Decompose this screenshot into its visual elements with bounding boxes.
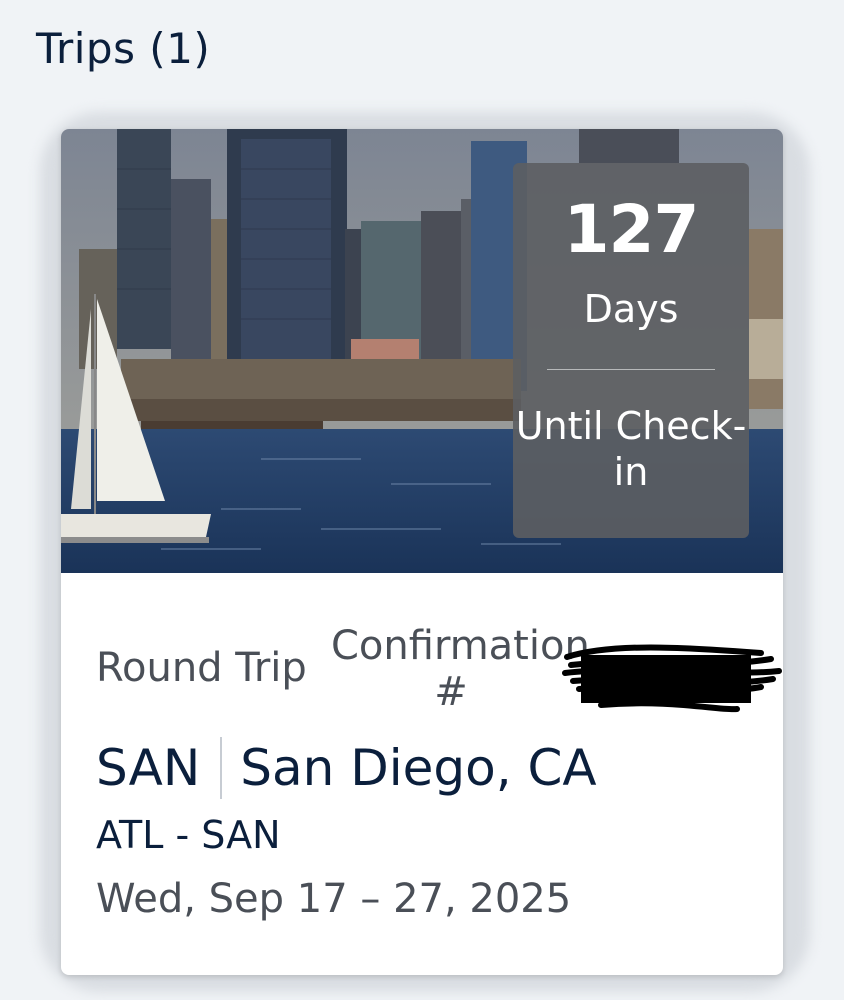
countdown-days-label: Days [583,287,679,331]
destination-city: San Diego, CA [240,739,597,797]
destination-photo: 127 Days Until Check-in [61,129,783,573]
redaction-scribble [562,644,782,713]
trips-page: Trips (1) 127 Days Until Check-in Round … [0,0,844,1000]
trip-dates: Wed, Sep 17 – 27, 2025 [96,876,572,922]
flight-route: ATL - SAN [96,813,281,857]
destination-separator [220,737,223,799]
check-in-countdown: 127 Days Until Check-in [513,163,749,538]
countdown-days-number: 127 [563,191,700,268]
trip-details: Round Trip Confirmation # SAN San Diego,… [61,573,783,975]
destination-code: SAN [96,739,201,797]
countdown-until-label: Until Check-in [515,404,747,494]
destination-row: SAN San Diego, CA [96,735,597,801]
confirmation-label: Confirmation # [331,623,590,715]
page-title: Trips (1) [36,24,211,73]
countdown-divider [547,369,715,370]
trip-card[interactable]: 127 Days Until Check-in Round Trip Confi… [61,129,783,975]
trip-type: Round Trip [96,645,307,691]
